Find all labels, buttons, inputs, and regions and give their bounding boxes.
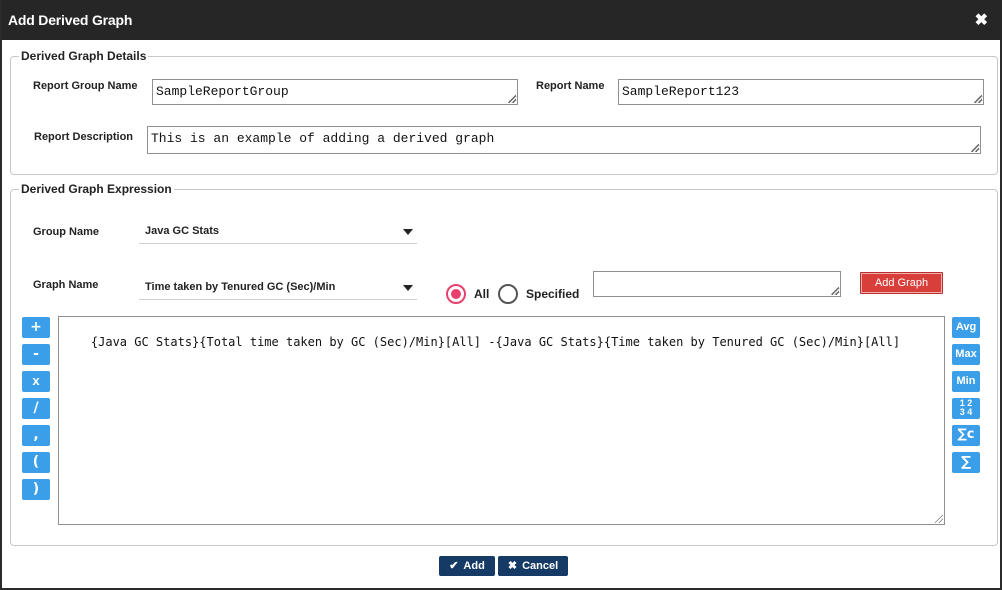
open-paren-button[interactable]: (	[22, 452, 50, 473]
group-name-select[interactable]: Java GC Stats	[139, 216, 417, 244]
add-derived-graph-dialog: Add Derived Graph ✖ Derived Graph Detail…	[0, 0, 1002, 590]
group-name-value: Java GC Stats	[145, 225, 219, 237]
report-group-label: Report Group Name	[33, 80, 138, 92]
report-description-input[interactable]: This is an example of adding a derived g…	[147, 126, 981, 154]
plus-button[interactable]: +	[22, 317, 50, 338]
close-icon: ✖	[507, 560, 518, 572]
radio-all-label: All	[474, 287, 490, 301]
report-group-value: SampleReportGroup	[156, 84, 289, 99]
report-group-input[interactable]: SampleReportGroup	[152, 79, 518, 105]
report-name-input[interactable]: SampleReport123	[618, 79, 984, 105]
percentile-button[interactable]: 1 2 3 4	[952, 398, 980, 419]
comma-button[interactable]: ,	[22, 425, 50, 446]
details-section: Derived Graph Details	[10, 49, 998, 175]
max-button[interactable]: Max	[952, 344, 980, 365]
chevron-down-icon	[403, 229, 413, 235]
expression-legend: Derived Graph Expression	[21, 182, 172, 196]
dialog-titlebar: Add Derived Graph ✖	[2, 0, 1002, 40]
add-button[interactable]: ✔ Add	[439, 556, 495, 576]
report-name-value: SampleReport123	[622, 84, 740, 99]
divide-button[interactable]: /	[22, 398, 50, 419]
add-button-label: Add	[463, 560, 485, 572]
group-name-label: Group Name	[33, 226, 100, 238]
graph-name-select[interactable]: Time taken by Tenured GC (Sec)/Min	[139, 272, 417, 300]
check-icon: ✔	[449, 560, 459, 572]
avg-button[interactable]: Avg	[952, 317, 980, 338]
close-icon[interactable]: ✖	[975, 10, 988, 30]
expression-textarea[interactable]: {Java GC Stats}{Total time taken by GC (…	[58, 316, 945, 525]
cancel-button[interactable]: ✖ Cancel	[498, 556, 568, 576]
min-button[interactable]: Min	[952, 371, 980, 392]
percentile-bottom: 3 4	[959, 407, 973, 417]
resize-grip-icon[interactable]	[935, 515, 943, 523]
resize-grip-icon[interactable]	[508, 95, 516, 103]
report-name-label: Report Name	[536, 80, 605, 92]
resize-grip-icon[interactable]	[971, 144, 979, 152]
graph-name-value: Time taken by Tenured GC (Sec)/Min	[145, 281, 336, 293]
resize-grip-icon[interactable]	[974, 95, 982, 103]
close-paren-button[interactable]: )	[22, 479, 50, 500]
resize-grip-icon[interactable]	[831, 287, 839, 295]
radio-specified-label: Specified	[526, 287, 580, 301]
multiply-button[interactable]: x	[22, 371, 50, 392]
dialog-title: Add Derived Graph	[8, 12, 133, 28]
report-description-label: Report Description	[34, 131, 134, 143]
expression-text: {Java GC Stats}{Total time taken by GC (…	[90, 335, 901, 349]
percentile-icon: 1 2 3 4	[960, 398, 973, 417]
cancel-button-label: Cancel	[522, 560, 559, 572]
radio-all[interactable]	[446, 284, 466, 304]
graph-name-label: Graph Name	[33, 279, 99, 291]
details-legend: Derived Graph Details	[21, 49, 147, 63]
add-graph-button[interactable]: Add Graph	[860, 272, 943, 294]
chevron-down-icon	[403, 285, 413, 291]
minus-button[interactable]: -	[22, 344, 50, 365]
report-description-value: This is an example of adding a derived g…	[151, 131, 495, 146]
radio-specified[interactable]	[498, 284, 518, 304]
sum-button[interactable]: ∑	[952, 452, 980, 473]
sum-count-button[interactable]: ∑c	[952, 425, 980, 446]
specified-input[interactable]	[593, 271, 841, 297]
